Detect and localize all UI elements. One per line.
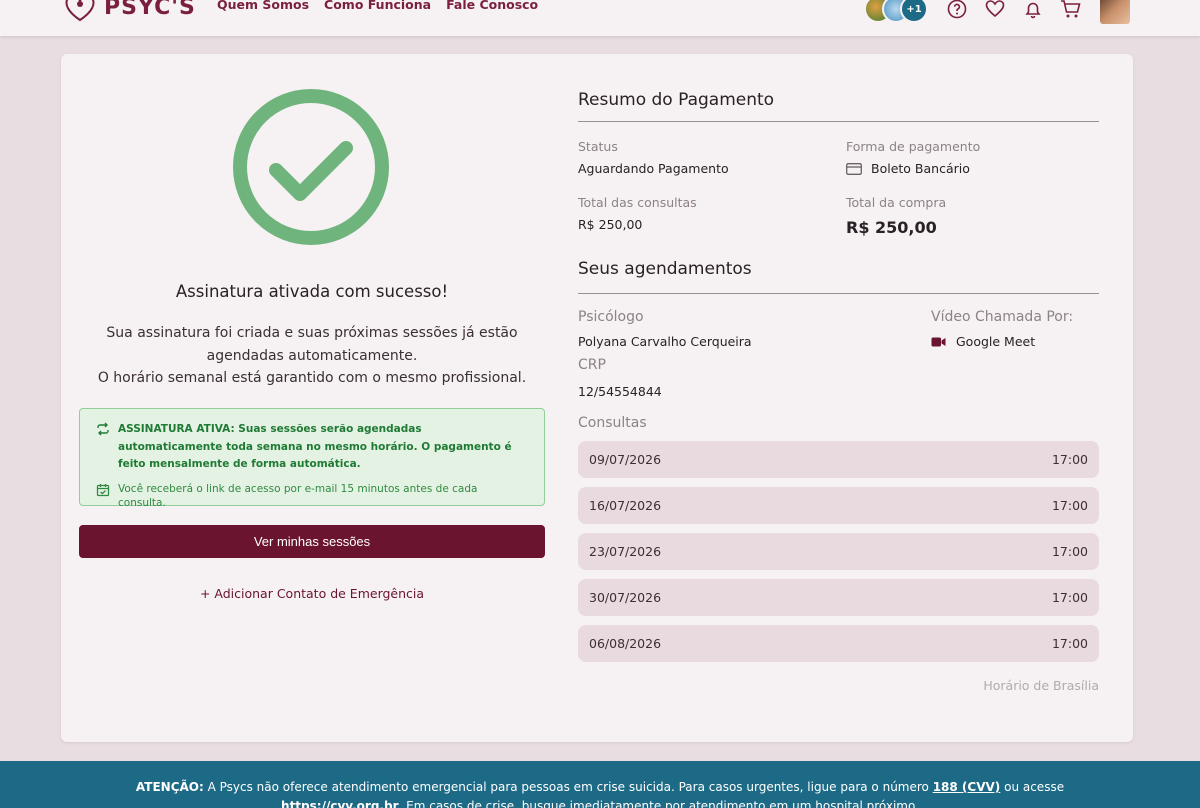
psychologist-label: Psicólogo [578, 309, 644, 325]
consulta-row[interactable]: 23/07/2026 17:00 [578, 533, 1099, 570]
success-message-line: Sua assinatura foi criada e suas próxima… [106, 325, 518, 341]
help-icon[interactable] [946, 0, 968, 20]
consulta-time: 17:00 [1051, 452, 1088, 467]
consultas-list: 09/07/2026 17:00 16/07/2026 17:00 23/07/20… [578, 441, 1099, 671]
subscription-active-text: ASSINATURA ATIVA: Suas sessões serão age… [118, 423, 512, 470]
success-check-icon [233, 89, 389, 245]
psychologist-value: Polyana Carvalho Cerqueira [578, 334, 752, 349]
consulta-time: 17:00 [1051, 590, 1088, 605]
crp-label: CRP [578, 357, 606, 373]
consulta-date: 16/07/2026 [589, 498, 662, 513]
avatar-count-badge: +1 [900, 0, 928, 23]
consultas-label: Consultas [578, 415, 647, 431]
total-compra-label: Total da compra [846, 195, 947, 210]
total-consultas-label: Total das consultas [578, 195, 697, 210]
success-message-line: O horário semanal está garantido com o m… [97, 370, 527, 386]
heart-icon[interactable] [984, 0, 1006, 20]
crisis-warning-footer: ATENÇÃO: A Psycs não oferece atendimento… [0, 761, 1200, 808]
calendar-check-icon [96, 483, 110, 496]
warning-prefix: ATENÇÃO: [135, 780, 204, 794]
nav-fale-conosco[interactable]: Fale Conosco [446, 0, 538, 12]
total-compra-value: R$ 250,00 [846, 218, 937, 237]
payment-method-text: Boleto Bancário [871, 161, 970, 176]
consulta-time: 17:00 [1051, 636, 1088, 651]
subscription-active-row: ASSINATURA ATIVA: Suas sessões serão age… [96, 421, 528, 474]
confirmation-card: Assinatura ativada com sucesso! Sua assi… [61, 54, 1133, 742]
consulta-row[interactable]: 30/07/2026 17:00 [578, 579, 1099, 616]
success-message: Sua assinatura foi criada e suas próxima… [79, 322, 545, 390]
bell-icon[interactable] [1022, 0, 1044, 20]
payment-summary-title: Resumo do Pagamento [578, 90, 775, 110]
header-actions: +1 [864, 0, 1130, 24]
warning-text: A Psycs não oferece atendimento emergenc… [203, 780, 933, 794]
repeat-icon [97, 422, 109, 436]
divider [578, 293, 1099, 294]
user-avatar[interactable] [1100, 0, 1130, 24]
consulta-time: 17:00 [1051, 544, 1088, 559]
success-title: Assinatura ativada com sucesso! [175, 282, 449, 301]
top-header: PSYC'S Quem Somos Como Funciona Fale Con… [0, 0, 1200, 36]
video-camera-icon [931, 337, 946, 346]
avatar-group[interactable]: +1 [864, 0, 928, 23]
consulta-row[interactable]: 16/07/2026 17:00 [578, 487, 1099, 524]
consulta-time: 17:00 [1051, 498, 1088, 513]
video-call-text: Google Meet [956, 334, 1036, 349]
divider [578, 121, 1099, 122]
cart-icon[interactable] [1060, 0, 1082, 20]
payment-method-label: Forma de pagamento [846, 139, 981, 154]
cvv-number-link[interactable]: 188 (CVV) [933, 780, 1001, 794]
consulta-date: 09/07/2026 [589, 452, 662, 467]
video-call-label: Vídeo Chamada Por: [931, 309, 1074, 325]
subscription-info-box: ASSINATURA ATIVA: Suas sessões serão age… [79, 408, 545, 509]
payment-method-value: Boleto Bancário [846, 161, 970, 176]
access-link-row: Você receberá o link de acesso por e-mai… [96, 474, 528, 510]
logo-mark-icon [65, 0, 95, 22]
status-label: Status [578, 139, 618, 154]
warning-text: ou acesse [1000, 780, 1065, 794]
timezone-note: Horário de Brasília [983, 678, 1099, 693]
view-sessions-button[interactable]: Ver minhas sessões [79, 525, 545, 558]
card-icon [846, 162, 862, 175]
main-nav: Quem Somos Como Funciona Fale Conosco [217, 0, 538, 12]
consulta-date: 30/07/2026 [589, 590, 662, 605]
add-emergency-contact-link[interactable]: + Adicionar Contato de Emergência [79, 586, 545, 601]
success-message-line: agendadas automaticamente. [206, 347, 418, 364]
consulta-date: 23/07/2026 [589, 544, 662, 559]
appointments-title: Seus agendamentos [578, 259, 752, 279]
access-link-text: Você receberá o link de acesso por e-mai… [118, 482, 478, 509]
video-call-value: Google Meet [931, 334, 1035, 349]
nav-quem-somos[interactable]: Quem Somos [217, 0, 309, 12]
logo[interactable]: PSYC'S [60, 0, 196, 24]
consulta-row[interactable]: 06/08/2026 17:00 [578, 625, 1099, 662]
status-value: Aguardando Pagamento [578, 161, 729, 176]
cvv-url-link[interactable]: https://cvv.org.br [281, 799, 398, 808]
total-consultas-value: R$ 250,00 [578, 217, 643, 232]
logo-text: PSYC'S [104, 0, 196, 20]
warning-text: . Em casos de crise, busque imediatament… [398, 799, 919, 808]
nav-como-funciona[interactable]: Como Funciona [324, 0, 431, 12]
consulta-date: 06/08/2026 [589, 636, 662, 651]
crp-value: 12/54554844 [578, 384, 662, 399]
consulta-row[interactable]: 09/07/2026 17:00 [578, 441, 1099, 478]
